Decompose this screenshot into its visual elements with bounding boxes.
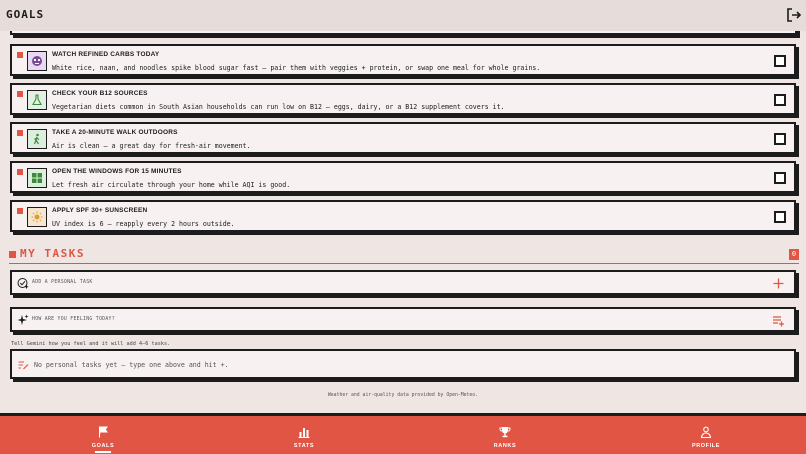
goal-description: Air is clean — a great day for fresh-air… — [52, 142, 251, 150]
goal-checkbox[interactable] — [774, 133, 786, 145]
alien-face-icon — [27, 51, 47, 71]
empty-tasks-card: No personal tasks yet — type one above a… — [10, 349, 796, 379]
goal-checkbox[interactable] — [774, 172, 786, 184]
nav-profile[interactable]: PROFILE — [676, 416, 736, 454]
top-bar: GOALS — [0, 0, 806, 31]
nav-label: RANKS — [493, 443, 517, 449]
check-plus-icon — [17, 278, 29, 289]
goal-title: CHECK YOUR B12 SOURCES — [52, 90, 148, 97]
window-icon — [27, 168, 47, 188]
goal-checkbox[interactable] — [774, 94, 786, 106]
priority-dot — [17, 91, 23, 97]
goal-description: Vegetarian diets common in South Asian h… — [52, 103, 505, 111]
goal-checkbox[interactable] — [774, 55, 786, 67]
priority-dot — [17, 52, 23, 58]
priority-dot — [17, 169, 23, 175]
previous-goal-card — [10, 31, 797, 35]
data-attribution: Weather and air-quality data provided by… — [327, 393, 479, 398]
nav-label: STATS — [293, 443, 315, 449]
nav-label: GOALS — [91, 443, 115, 449]
goal-card-windows: OPEN THE WINDOWS FOR 15 MINUTES Let fres… — [10, 161, 796, 193]
sparkles-icon — [17, 314, 29, 325]
nav-stats[interactable]: STATS — [274, 416, 334, 454]
goal-title: OPEN THE WINDOWS FOR 15 MINUTES — [52, 168, 182, 175]
goal-title: APPLY SPF 30+ SUNSCREEN — [52, 207, 148, 214]
feeling-row[interactable]: HOW ARE YOU FEELING TODAY? — [10, 307, 796, 332]
goals-content: WATCH REFINED CARBS TODAY White rice, na… — [0, 31, 806, 413]
person-icon — [700, 426, 712, 438]
section-marker — [9, 251, 16, 258]
gemini-hint: Tell Gemini how you feel and it will add… — [11, 341, 171, 347]
goal-card-walk: TAKE A 20-MINUTE WALK OUTDOORS Air is cl… — [10, 122, 796, 154]
goal-description: Let fresh air circulate through your hom… — [52, 181, 291, 189]
feeling-input[interactable]: HOW ARE YOU FEELING TODAY? — [32, 317, 115, 322]
empty-tasks-text: No personal tasks yet — type one above a… — [34, 361, 229, 369]
goal-description: UV index is 6 — reapply every 2 hours ou… — [52, 220, 235, 228]
section-title: MY TASKS — [20, 247, 85, 260]
goal-card-b12: CHECK YOUR B12 SOURCES Vegetarian diets … — [10, 83, 796, 115]
add-list-icon[interactable] — [772, 314, 785, 327]
edit-list-icon — [18, 361, 29, 370]
active-indicator — [95, 451, 111, 453]
goal-checkbox[interactable] — [774, 211, 786, 223]
task-count-badge: 0 — [789, 249, 799, 260]
flask-icon — [27, 90, 47, 110]
goal-title: WATCH REFINED CARBS TODAY — [52, 51, 160, 58]
add-task-row[interactable]: ADD A PERSONAL TASK — [10, 270, 796, 295]
page-title: GOALS — [6, 8, 45, 21]
bottom-nav: GOALS STATS RANKS PROFILE — [0, 413, 806, 454]
goal-title: TAKE A 20-MINUTE WALK OUTDOORS — [52, 129, 178, 136]
trophy-icon — [499, 427, 511, 438]
section-divider — [9, 263, 799, 264]
add-task-input[interactable]: ADD A PERSONAL TASK — [32, 280, 93, 285]
walking-person-icon — [27, 129, 47, 149]
goal-description: White rice, naan, and noodles spike bloo… — [52, 64, 541, 72]
goal-card-refined-carbs: WATCH REFINED CARBS TODAY White rice, na… — [10, 44, 796, 76]
priority-dot — [17, 208, 23, 214]
plus-icon[interactable] — [772, 277, 785, 290]
bar-chart-icon — [298, 428, 310, 438]
nav-ranks[interactable]: RANKS — [475, 416, 535, 454]
sun-icon — [27, 207, 47, 227]
nav-goals[interactable]: GOALS — [73, 416, 133, 454]
goal-card-sunscreen: APPLY SPF 30+ SUNSCREEN UV index is 6 — … — [10, 200, 796, 232]
nav-label: PROFILE — [691, 443, 721, 449]
priority-dot — [17, 130, 23, 136]
flag-icon — [99, 426, 108, 438]
logout-icon[interactable] — [786, 7, 802, 23]
